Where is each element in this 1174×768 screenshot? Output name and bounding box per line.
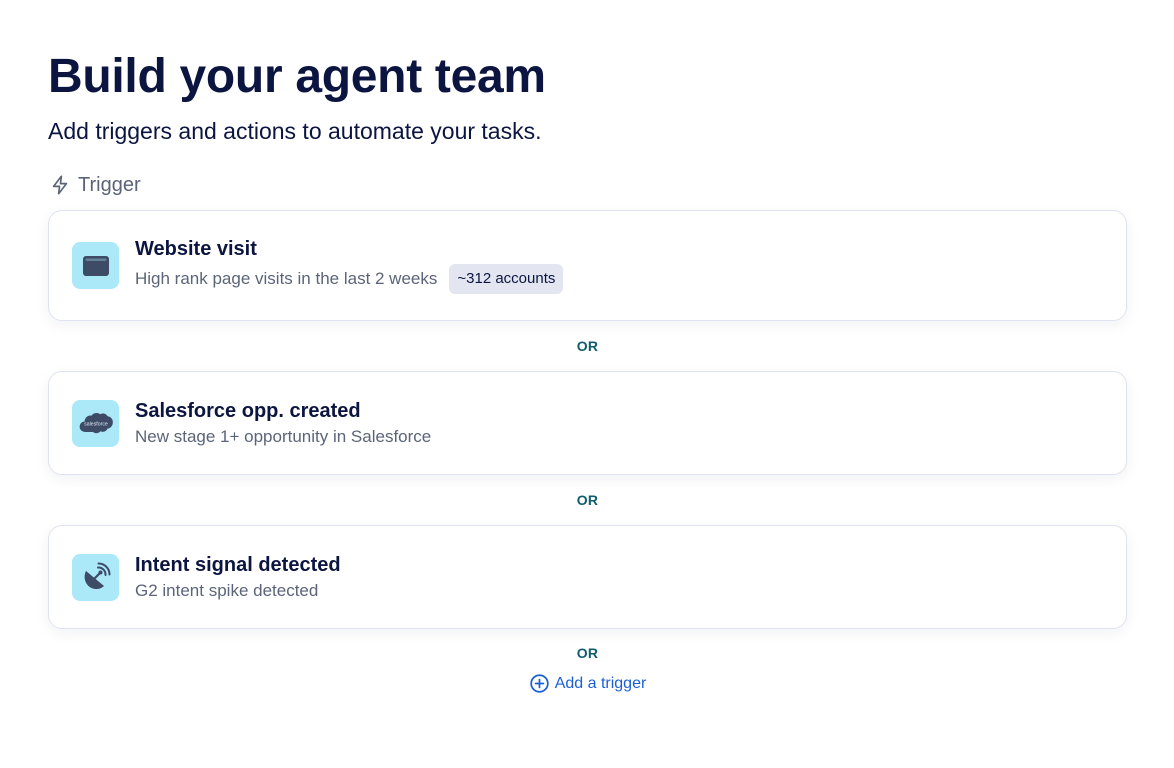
or-separator-label: OR (568, 490, 607, 510)
trigger-description: G2 intent spike detected (135, 580, 319, 600)
salesforce-logo-text: salesforce (84, 422, 108, 428)
trigger-section-label: Trigger (78, 173, 141, 196)
or-separator-label: OR (568, 643, 607, 663)
trigger-section-header: Trigger (48, 173, 1127, 197)
page-container: Build your agent team Add triggers and a… (48, 48, 1127, 694)
trigger-card-intent-signal[interactable]: Intent signal detected G2 intent spike d… (48, 525, 1127, 629)
browser-window-icon (72, 242, 119, 289)
or-separator: OR (48, 475, 1127, 525)
or-separator: OR (48, 629, 1127, 677)
trigger-card-website-visit[interactable]: Website visit High rank page visits in t… (48, 210, 1127, 321)
satellite-dish-icon (72, 553, 119, 601)
trigger-title: Website visit (135, 238, 257, 260)
lightning-icon (52, 175, 68, 195)
plus-circle-icon (530, 674, 549, 693)
account-count-badge: ~312 accounts (449, 264, 564, 294)
trigger-description: New stage 1+ opportunity in Salesforce (135, 426, 432, 446)
trigger-title: Salesforce opp. created (135, 399, 361, 422)
add-trigger-button[interactable]: Add a trigger (48, 673, 1127, 694)
trigger-title: Intent signal detected (135, 553, 341, 576)
page-subtitle: Add triggers and actions to automate you… (48, 118, 542, 144)
or-separator: OR (48, 321, 1127, 371)
add-trigger-label: Add a trigger (554, 674, 647, 692)
trigger-description: High rank page visits in the last 2 week… (135, 269, 438, 288)
salesforce-logo-icon: salesforce (72, 399, 119, 447)
or-separator-label: OR (568, 336, 607, 356)
trigger-list: Website visit High rank page visits in t… (48, 210, 1127, 694)
page-title: Build your agent team (48, 50, 546, 103)
trigger-card-salesforce-opp[interactable]: salesforce Salesforce opp. created New s… (48, 371, 1127, 475)
